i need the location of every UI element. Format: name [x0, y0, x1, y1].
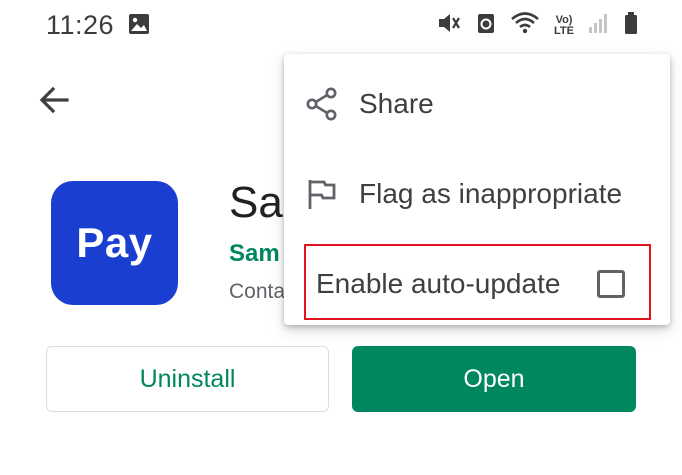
status-bar: 11:26 Vo) LTE: [0, 0, 682, 52]
open-button[interactable]: Open: [352, 346, 636, 412]
menu-label-flag: Flag as inappropriate: [359, 178, 623, 209]
mute-vibrate-icon: [436, 11, 462, 40]
battery-icon: [624, 11, 638, 40]
menu-item-flag[interactable]: Flag as inappropriate: [284, 156, 670, 232]
status-time: 11:26: [46, 10, 115, 40]
wifi-icon: [510, 11, 540, 40]
lte-label: LTE: [554, 24, 574, 37]
app-developer-link[interactable]: Sam: [229, 240, 280, 268]
app-icon: Pay: [51, 181, 178, 305]
back-button[interactable]: [30, 78, 78, 126]
volte-lte-icon: Vo) LTE: [554, 13, 574, 37]
flag-icon: [304, 176, 340, 212]
status-icons: Vo) LTE: [436, 11, 638, 40]
arrow-left-icon: [37, 83, 71, 122]
app-meta: Conta: [229, 280, 286, 303]
menu-label-share: Share: [359, 88, 434, 119]
share-icon: [304, 86, 340, 122]
app-icon-label: Pay: [76, 219, 153, 266]
volte-label: Vo): [555, 13, 573, 26]
menu-item-share[interactable]: Share: [284, 66, 670, 142]
signal-icon: [588, 11, 610, 40]
data-saver-icon: [476, 11, 496, 40]
highlight-box: [304, 244, 651, 320]
gallery-icon: [128, 13, 150, 40]
uninstall-button[interactable]: Uninstall: [46, 346, 329, 412]
